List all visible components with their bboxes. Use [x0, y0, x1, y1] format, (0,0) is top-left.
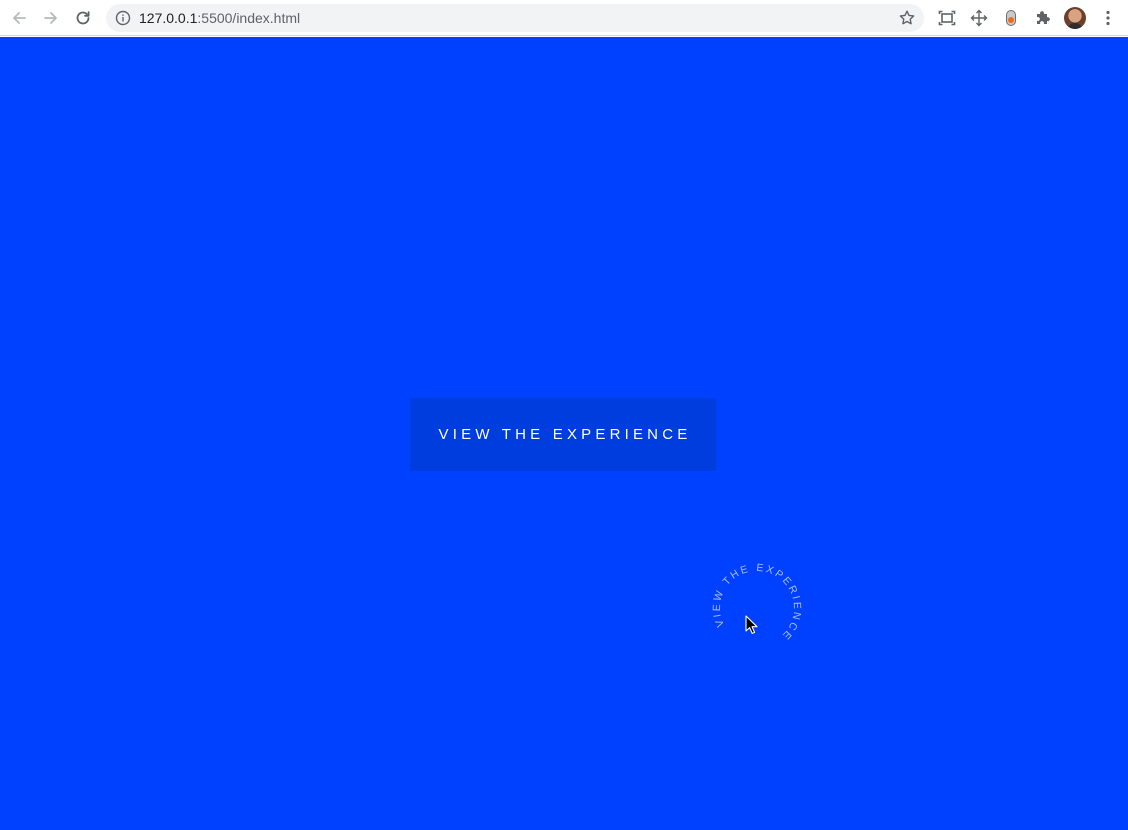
extension-icon[interactable]: [999, 6, 1023, 30]
circular-cursor-text: VIEW THE EXPERIENCE: [709, 560, 805, 656]
view-experience-button[interactable]: VIEW THE EXPERIENCE: [410, 398, 716, 471]
browser-toolbar: 127.0.0.1:5500/index.html: [0, 0, 1128, 36]
kebab-menu-icon[interactable]: [1096, 6, 1120, 30]
reload-icon[interactable]: [71, 6, 95, 30]
back-icon[interactable]: [7, 6, 31, 30]
info-icon[interactable]: [115, 10, 131, 26]
screen-capture-icon[interactable]: [935, 6, 959, 30]
forward-icon[interactable]: [39, 6, 63, 30]
puzzle-icon[interactable]: [1031, 6, 1055, 30]
circular-text: VIEW THE EXPERIENCE: [709, 560, 805, 656]
page-content: VIEW THE EXPERIENCE: [0, 37, 1128, 830]
star-icon[interactable]: [898, 9, 916, 27]
circular-text-path: VIEW THE EXPERIENCE: [709, 560, 805, 656]
mouse-pointer-icon: [745, 615, 758, 634]
address-bar[interactable]: 127.0.0.1:5500/index.html: [106, 4, 924, 32]
url-host: 127.0.0.1: [139, 10, 198, 26]
url-path: :5500/index.html: [197, 10, 301, 26]
avatar[interactable]: [1064, 7, 1086, 29]
url-text: 127.0.0.1:5500/index.html: [139, 10, 300, 26]
move-icon[interactable]: [967, 6, 991, 30]
